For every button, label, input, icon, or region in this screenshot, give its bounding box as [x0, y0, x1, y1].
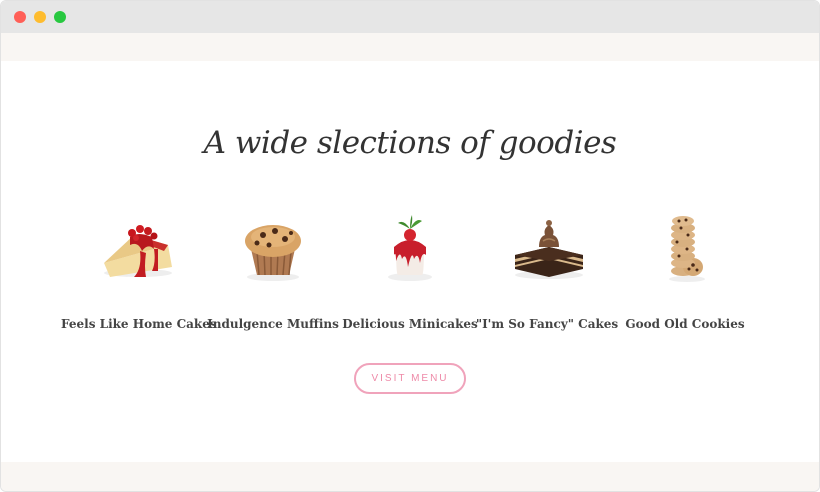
product-label: Delicious Minicakes [342, 317, 478, 331]
product-label: Good Old Cookies [625, 317, 745, 331]
product-label: Indulgence Muffins [207, 317, 339, 331]
zoom-window-button[interactable] [54, 11, 66, 23]
minicake-icon [388, 215, 432, 281]
product-item[interactable]: Feels Like Home Cakes [61, 211, 217, 331]
minimize-window-button[interactable] [34, 11, 46, 23]
section-heading: A wide slections of goodies [203, 125, 617, 161]
browser-window: A wide slections of goodies Feels Like H… [0, 0, 820, 492]
product-label: Feels Like Home Cakes [61, 317, 217, 331]
product-list: Feels Like Home Cakes Indulgence Muffins… [1, 211, 819, 331]
product-item[interactable]: Good Old Cookies [610, 211, 760, 331]
product-item[interactable]: Delicious Minicakes [335, 211, 485, 331]
bottom-band [1, 462, 819, 491]
product-item[interactable]: "I'm So Fancy" Cakes [472, 211, 622, 331]
goodies-section: A wide slections of goodies Feels Like H… [1, 61, 819, 462]
visit-menu-button[interactable]: VISIT MENU [354, 363, 466, 394]
close-window-button[interactable] [14, 11, 26, 23]
cookie-stack-icon [669, 216, 705, 282]
chocolate-cake-icon [515, 220, 583, 279]
window-titlebar [1, 1, 819, 33]
cheesecake-icon [104, 225, 172, 277]
muffin-icon [245, 225, 301, 281]
product-label: "I'm So Fancy" Cakes [475, 317, 619, 331]
product-item[interactable]: Indulgence Muffins [198, 211, 348, 331]
top-band [1, 33, 819, 61]
